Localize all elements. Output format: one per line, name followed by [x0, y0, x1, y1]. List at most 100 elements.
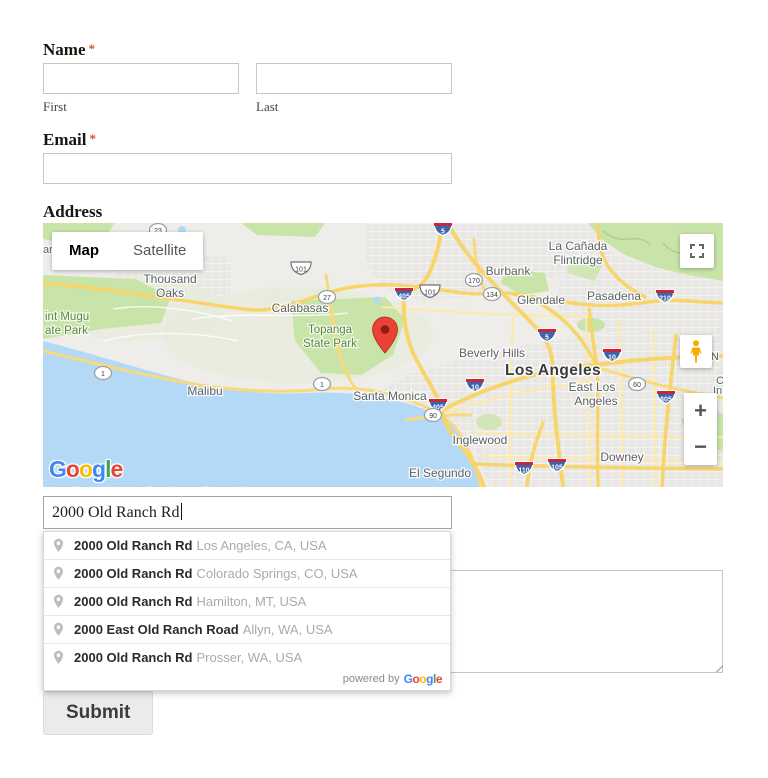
zoom-control: + −: [684, 393, 717, 465]
svg-text:60: 60: [633, 382, 641, 389]
autocomplete-suggestion[interactable]: 2000 Old Ranch Rd Colorado Springs, CO, U…: [44, 559, 450, 587]
suggestion-main-text: 2000 Old Ranch Rd: [74, 650, 192, 665]
map-label: Thousand: [143, 272, 196, 286]
map-label: East Los: [569, 380, 616, 394]
map-type-map-button[interactable]: Map: [52, 232, 116, 270]
suggestion-secondary-text: Colorado Springs, CO, USA: [196, 566, 357, 581]
route-shield: 60: [629, 378, 646, 391]
svg-text:210: 210: [659, 296, 671, 303]
map-label: Glendale: [517, 293, 565, 307]
submit-button[interactable]: Submit: [43, 691, 153, 735]
google-map[interactable]: 23 101 27 405 101 170 134 5 5: [43, 223, 723, 487]
address-field-label: Address: [43, 202, 102, 222]
first-name-input[interactable]: [43, 63, 239, 94]
suggestion-secondary-text: Allyn, WA, USA: [243, 622, 333, 637]
map-label: Calabasas: [272, 301, 329, 315]
svg-text:605: 605: [660, 397, 672, 404]
location-pin-icon: [53, 650, 64, 665]
autocomplete-suggestion[interactable]: 2000 Old Ranch Rd Los Angeles, CA, USA: [44, 532, 450, 559]
pegman-icon: [689, 340, 703, 364]
map-type-satellite-button[interactable]: Satellite: [116, 232, 203, 270]
route-shield: 134: [484, 288, 501, 301]
location-pin-icon: [53, 566, 64, 581]
map-label: Beverly Hills: [459, 346, 525, 360]
google-logo[interactable]: Google: [49, 456, 122, 483]
route-shield: 1: [95, 367, 112, 380]
required-asterisk: *: [89, 131, 96, 146]
suggestion-main-text: 2000 Old Ranch Rd: [74, 566, 192, 581]
svg-text:5: 5: [545, 335, 549, 342]
map-label: int Mugu: [45, 311, 89, 323]
autocomplete-items: 2000 Old Ranch Rd Los Angeles, CA, USA 20…: [44, 532, 450, 671]
svg-text:405: 405: [398, 294, 410, 301]
svg-text:1: 1: [320, 382, 324, 389]
email-input[interactable]: [43, 153, 452, 184]
map-label: Angeles: [574, 394, 617, 408]
svg-text:10: 10: [608, 355, 616, 362]
svg-text:110: 110: [518, 468, 529, 475]
route-shield: 170: [466, 274, 483, 287]
svg-text:134: 134: [486, 292, 498, 299]
map-label: N: [711, 351, 719, 363]
route-shield: 90: [425, 409, 442, 422]
svg-text:101: 101: [295, 267, 307, 274]
address-autocomplete-dropdown: 2000 Old Ranch Rd Los Angeles, CA, USA 20…: [43, 531, 451, 691]
suggestion-secondary-text: Los Angeles, CA, USA: [196, 538, 326, 553]
fullscreen-button[interactable]: [680, 234, 714, 268]
svg-text:101: 101: [424, 290, 436, 297]
google-wordmark: Google: [404, 672, 442, 686]
page: { "form": { "name_label": "Name", "requi…: [0, 0, 768, 778]
svg-text:10: 10: [471, 385, 479, 392]
name-field-label: Name*: [43, 40, 95, 60]
suggestion-secondary-text: Prosser, WA, USA: [196, 650, 302, 665]
location-pin-icon: [53, 594, 64, 609]
map-label: Inglewood: [453, 433, 508, 447]
autocomplete-suggestion[interactable]: 2000 Old Ranch Rd Hamilton, MT, USA: [44, 587, 450, 615]
map-label: Downey: [600, 450, 643, 464]
powered-by-google: powered by Google: [44, 671, 450, 690]
map-label: State Park: [303, 338, 357, 350]
map-label: Malibu: [187, 384, 222, 398]
map-label: La Cañada: [549, 239, 608, 253]
zoom-out-button[interactable]: −: [684, 429, 717, 465]
email-label-text: Email: [43, 130, 86, 149]
email-field-label: Email*: [43, 130, 96, 150]
name-label-text: Name: [43, 40, 85, 59]
address-search-input[interactable]: 2000 Old Ranch Rd: [43, 496, 452, 529]
map-label: Oaks: [156, 286, 184, 300]
svg-text:90: 90: [429, 413, 437, 420]
required-asterisk: *: [88, 41, 95, 56]
address-input-value: 2000 Old Ranch Rd: [52, 504, 180, 521]
map-label: Burbank: [486, 264, 532, 278]
suggestion-main-text: 2000 East Old Ranch Road: [74, 622, 239, 637]
map-label: ate Park: [45, 325, 88, 337]
map-label: Los Angeles: [505, 362, 601, 379]
svg-text:170: 170: [468, 278, 480, 285]
last-name-input[interactable]: [256, 63, 452, 94]
svg-text:5: 5: [441, 229, 445, 236]
map-label: Topanga: [308, 324, 353, 336]
text-caret: [181, 503, 182, 520]
map-label: Santa Monica: [353, 389, 427, 403]
last-sublabel: Last: [256, 99, 278, 115]
first-sublabel: First: [43, 99, 67, 115]
svg-text:105: 105: [551, 465, 563, 472]
map-type-control: Map Satellite: [52, 232, 203, 270]
location-pin-icon: [53, 622, 64, 637]
autocomplete-suggestion[interactable]: 2000 East Old Ranch Road Allyn, WA, USA: [44, 615, 450, 643]
zoom-in-button[interactable]: +: [684, 393, 717, 429]
suggestion-secondary-text: Hamilton, MT, USA: [196, 594, 306, 609]
route-shield: 1: [314, 378, 331, 391]
powered-by-text: powered by: [343, 673, 400, 685]
svg-text:1: 1: [101, 371, 105, 378]
map-label: El Segundo: [409, 466, 471, 480]
fullscreen-icon: [689, 243, 705, 259]
autocomplete-suggestion[interactable]: 2000 Old Ranch Rd Prosser, WA, USA: [44, 643, 450, 671]
street-view-pegman-button[interactable]: [680, 335, 712, 368]
map-label: Pasadena: [587, 289, 641, 303]
map-label: Flintridge: [553, 253, 603, 267]
suggestion-main-text: 2000 Old Ranch Rd: [74, 594, 192, 609]
suggestion-main-text: 2000 Old Ranch Rd: [74, 538, 192, 553]
address-label-text: Address: [43, 202, 102, 221]
location-pin-icon: [53, 538, 64, 553]
